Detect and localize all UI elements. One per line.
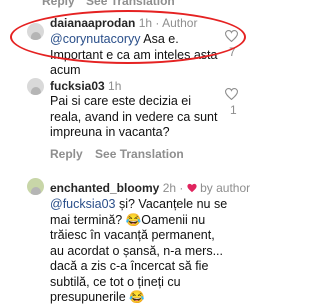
username[interactable]: enchanted_bloomy [50, 181, 159, 195]
timestamp: 1h [108, 79, 122, 93]
comment-text: @fucksia03 și? Vacanțele nu se mai termi… [50, 197, 228, 304]
by-author-label: by author [200, 181, 251, 195]
username[interactable]: daianaaprodan [50, 16, 135, 30]
comment-text: Pai si care este decizia ei reala, avand… [50, 94, 218, 139]
timestamp: 1h [138, 16, 153, 30]
like-heart-icon[interactable] [225, 88, 238, 100]
reply-link[interactable]: Reply [42, 0, 75, 8]
comment-text: @corynutacoryy Asa e. Important e ca am … [50, 32, 218, 77]
like-heart-icon[interactable] [225, 30, 238, 42]
username[interactable]: fucksia03 [50, 79, 105, 93]
comment-header: fucksia03 1h [50, 79, 121, 93]
comment-header: enchanted_bloomy 2h · by author [50, 181, 251, 195]
like-count: 1 [230, 103, 237, 117]
author-heart-icon [187, 183, 197, 193]
reply-link[interactable]: Reply [50, 147, 83, 161]
avatar[interactable] [27, 178, 44, 195]
avatar[interactable] [27, 23, 44, 40]
comment-header: daianaaprodan 1h · Author [50, 16, 198, 30]
see-translation-link[interactable]: See Translation [86, 0, 175, 8]
avatar[interactable] [27, 78, 44, 95]
comment-actions: Reply See Translation [50, 147, 184, 161]
author-badge: Author [162, 16, 198, 30]
see-translation-link[interactable]: See Translation [95, 147, 184, 161]
previous-comment-actions: Reply See Translation [42, 0, 175, 8]
mention-link[interactable]: @corynutacoryy [50, 32, 141, 46]
timestamp: 2h [162, 181, 177, 195]
mention-link[interactable]: @fucksia03 [50, 197, 116, 211]
like-count: 7 [229, 45, 236, 59]
